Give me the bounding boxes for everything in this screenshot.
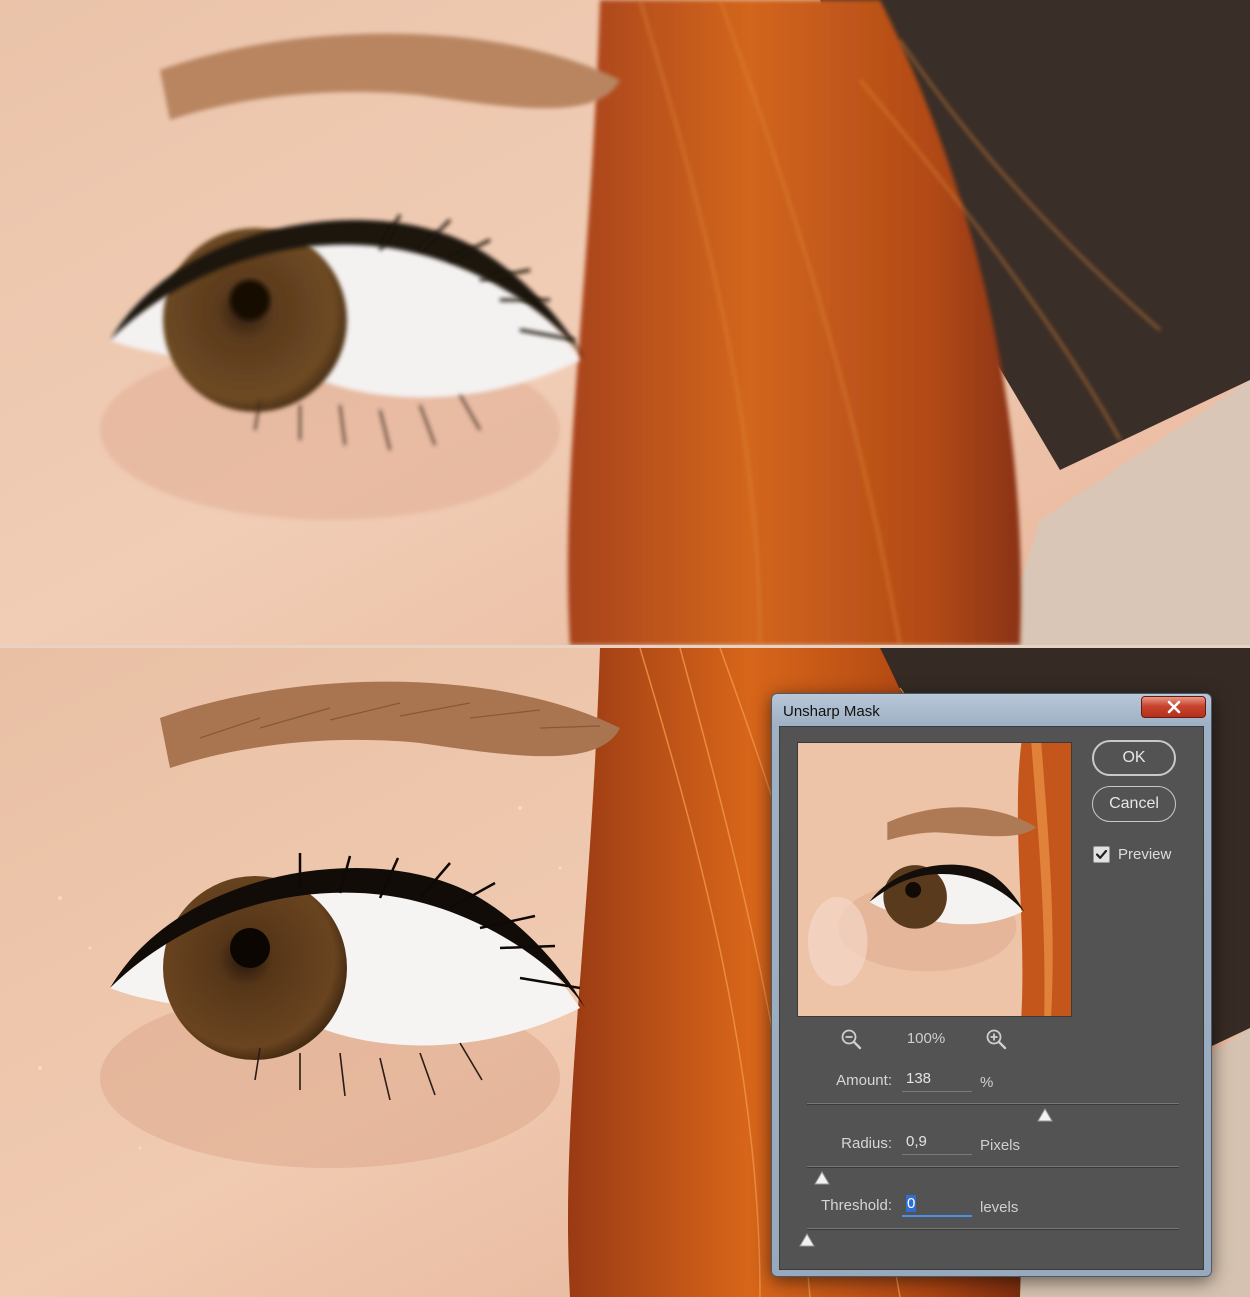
- zoom-level-readout: 100%: [906, 1030, 946, 1047]
- radius-unit: Pixels: [980, 1137, 1021, 1154]
- threshold-slider-thumb[interactable]: [799, 1233, 815, 1247]
- filter-preview-image[interactable]: [797, 742, 1072, 1017]
- zoom-controls: 100%: [840, 1027, 1030, 1053]
- threshold-value: 0: [906, 1195, 917, 1212]
- ok-button[interactable]: OK: [1092, 740, 1176, 776]
- slider-thumb-icon: [799, 1233, 815, 1247]
- preview-checkbox[interactable]: [1093, 846, 1110, 863]
- eye-photo-soft: [0, 0, 1250, 645]
- radius-slider-thumb[interactable]: [814, 1171, 830, 1185]
- preview-option: Preview: [1093, 844, 1193, 866]
- threshold-unit: levels: [980, 1199, 1019, 1216]
- zoom-in-button[interactable]: [985, 1028, 1007, 1050]
- amount-input[interactable]: 138: [902, 1068, 972, 1092]
- dialog-title: Unsharp Mask: [783, 703, 880, 720]
- threshold-label: Threshold:: [821, 1197, 892, 1214]
- radius-slider-track[interactable]: [807, 1166, 1179, 1168]
- unsharp-mask-dialog: Unsharp Mask 100% OK Cancel Preview Amou…: [771, 693, 1212, 1277]
- preview-eye-thumbnail: [798, 743, 1071, 1016]
- photo-before-sharpening: [0, 0, 1250, 645]
- checkmark-icon: [1095, 849, 1108, 859]
- close-button[interactable]: [1141, 696, 1206, 718]
- zoom-out-button[interactable]: [840, 1028, 862, 1050]
- amount-slider-thumb[interactable]: [1037, 1108, 1053, 1122]
- amount-value: 138: [906, 1070, 932, 1087]
- amount-unit: %: [980, 1074, 994, 1091]
- amount-label: Amount:: [836, 1072, 892, 1089]
- cancel-button[interactable]: Cancel: [1092, 786, 1176, 822]
- amount-slider-track[interactable]: [807, 1103, 1179, 1105]
- radius-input[interactable]: 0,9: [902, 1131, 972, 1155]
- threshold-slider-track[interactable]: [807, 1228, 1179, 1230]
- zoom-in-icon: [986, 1029, 1007, 1050]
- slider-thumb-icon: [814, 1171, 830, 1185]
- zoom-out-icon: [841, 1029, 862, 1050]
- close-icon: [1167, 700, 1180, 714]
- threshold-input[interactable]: 0: [902, 1193, 972, 1217]
- preview-label: Preview: [1118, 846, 1172, 863]
- radius-label: Radius:: [841, 1135, 892, 1152]
- slider-thumb-icon: [1037, 1108, 1053, 1122]
- dialog-body: 100% OK Cancel Preview Amount: 138 % Rad…: [779, 726, 1204, 1270]
- radius-value: 0,9: [906, 1133, 927, 1150]
- dialog-titlebar[interactable]: Unsharp Mask: [772, 694, 1211, 726]
